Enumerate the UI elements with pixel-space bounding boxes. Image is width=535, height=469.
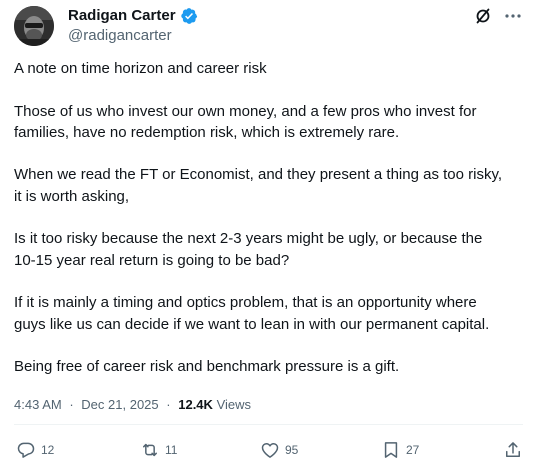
action-bar: 12 11 95 27 (16, 440, 523, 462)
tweet-header: Radigan Carter @radigancarter (14, 6, 523, 46)
repost-icon (143, 443, 157, 457)
reply-icon (17, 442, 35, 458)
avatar[interactable] (14, 6, 54, 46)
display-name[interactable]: Radigan Carter (68, 6, 176, 26)
like-count: 95 (285, 443, 299, 457)
handle[interactable]: @radigancarter (68, 26, 198, 46)
share-icon (506, 442, 520, 457)
views-count: 12.4K (178, 397, 213, 412)
post-date[interactable]: Dec 21, 2025 (81, 397, 158, 412)
tweet-paragraph: Is it too risky because the next 2-3 yea… (14, 230, 483, 269)
verified-badge-icon (180, 7, 198, 25)
post-time[interactable]: 4:43 AM (14, 397, 62, 412)
share-button[interactable] (503, 440, 523, 460)
bookmark-count: 27 (406, 443, 420, 457)
meta-separator: · (69, 397, 74, 412)
tweet-paragraph: If it is mainly a timing and optics prob… (14, 294, 490, 333)
divider (14, 424, 523, 425)
author-info: Radigan Carter @radigancarter (68, 6, 198, 46)
views-label: Views (216, 397, 252, 412)
tweet-text: A note on time horizon and career risk T… (14, 58, 524, 377)
tweet-paragraph: Being free of career risk and benchmark … (14, 358, 400, 376)
tweet-paragraph: A note on time horizon and career risk (14, 60, 267, 77)
header-actions (473, 6, 523, 26)
meta-separator: · (166, 397, 171, 412)
tweet-meta: 4:43 AM · Dec 21, 2025 · 12.4K Views (14, 395, 251, 415)
more-icon[interactable] (503, 6, 523, 26)
tweet-paragraph: When we read the FT or Economist, and th… (14, 166, 503, 205)
bookmark-icon (384, 442, 398, 458)
like-button[interactable]: 95 (260, 440, 298, 460)
tweet-paragraph: Those of us who invest our own money, an… (14, 102, 477, 141)
avatar-image (14, 6, 54, 46)
bookmark-button[interactable]: 27 (381, 440, 419, 460)
like-icon (261, 443, 279, 458)
reply-count: 12 (41, 443, 55, 457)
repost-count: 11 (165, 443, 178, 457)
tweet: Radigan Carter @radigancarter A note on … (0, 0, 535, 469)
repost-button[interactable]: 11 (140, 440, 177, 460)
grok-icon[interactable] (473, 6, 493, 26)
reply-button[interactable]: 12 (16, 440, 54, 460)
